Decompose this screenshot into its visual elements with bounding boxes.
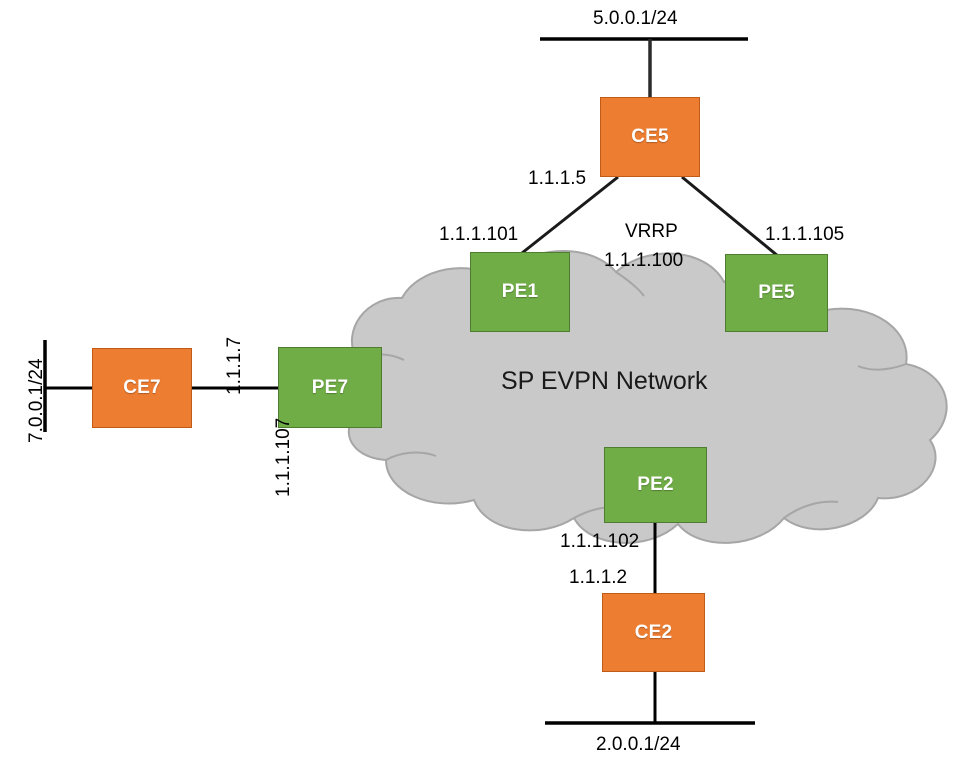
label-subnet-5: 5.0.0.1/24: [593, 8, 678, 29]
node-pe1[interactable]: PE1: [470, 252, 570, 332]
node-ce7-label: CE7: [123, 377, 161, 398]
label-ip-pe1: 1.1.1.101: [439, 224, 519, 245]
network-diagram-canvas: SP EVPN Network CE5 PE1 PE5 CE7 PE7 PE2 …: [0, 0, 975, 766]
node-ce5-label: CE5: [631, 126, 669, 147]
cloud-label: SP EVPN Network: [501, 367, 708, 395]
node-pe7[interactable]: PE7: [278, 347, 382, 428]
node-pe1-label: PE1: [501, 281, 539, 302]
label-ip-ce2: 1.1.1.2: [569, 567, 628, 588]
label-ip-pe2: 1.1.1.102: [560, 531, 640, 552]
node-ce2[interactable]: CE2: [602, 593, 705, 672]
label-ip-ce7: 1.1.1.7: [224, 336, 245, 395]
label-vrrp-name: VRRP: [625, 221, 678, 242]
label-ip-pe5: 1.1.1.105: [765, 224, 845, 245]
label-subnet-2: 2.0.0.1/24: [596, 734, 681, 755]
label-ip-ce5: 1.1.1.5: [528, 168, 587, 189]
node-pe5-label: PE5: [758, 282, 795, 303]
node-ce2-label: CE2: [634, 621, 673, 643]
node-ce5[interactable]: CE5: [600, 97, 700, 177]
label-ip-pe7: 1.1.1.107: [273, 417, 294, 497]
node-pe2-label: PE2: [637, 474, 674, 495]
link-ce5-pe5: [681, 175, 779, 258]
node-pe2[interactable]: PE2: [604, 447, 707, 523]
node-pe5[interactable]: PE5: [725, 254, 828, 332]
label-vrrp-ip: 1.1.1.100: [604, 250, 684, 271]
node-pe7-label: PE7: [311, 376, 349, 398]
node-ce7[interactable]: CE7: [92, 348, 192, 428]
label-subnet-7: 7.0.0.1/24: [26, 358, 47, 443]
